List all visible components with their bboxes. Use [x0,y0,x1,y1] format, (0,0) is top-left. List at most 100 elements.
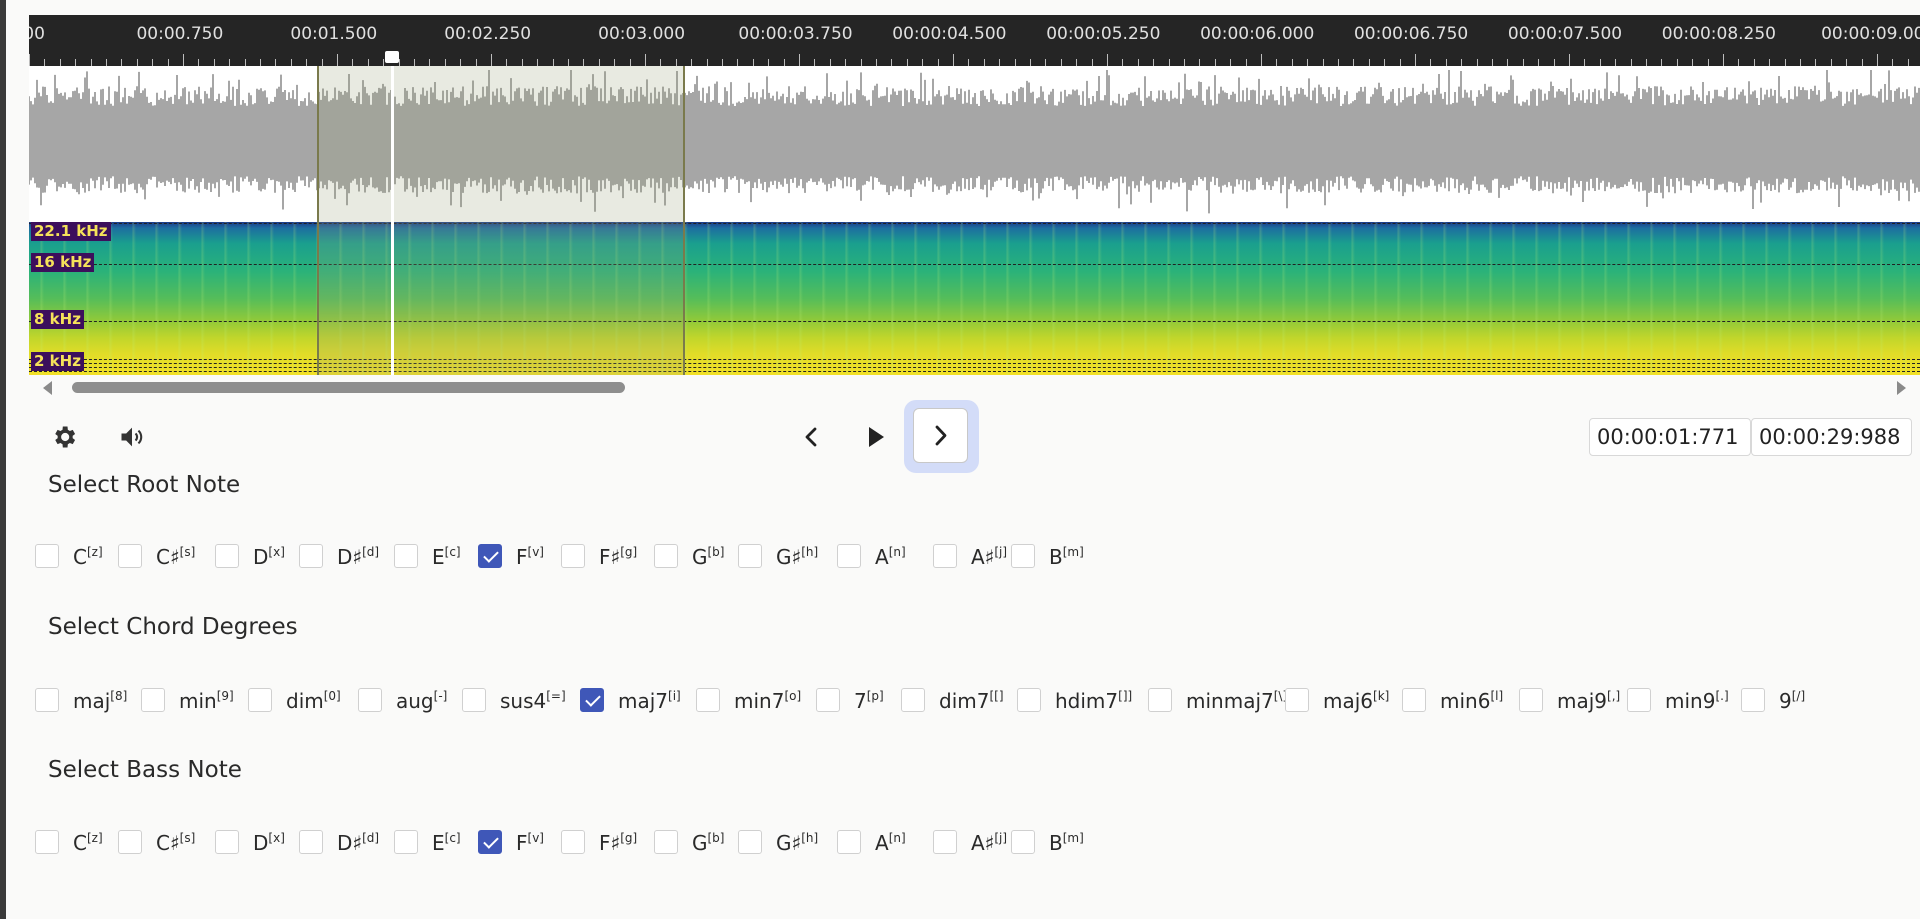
scroll-left-arrow-icon[interactable] [43,381,52,395]
option-name: dim7 [939,689,990,713]
timeline-tick [1415,54,1416,66]
timeline-tick [399,59,400,66]
selection-region[interactable] [317,66,685,375]
timeline-tick [137,59,138,66]
checkbox-label: hdim7[]] [1055,688,1132,714]
option-name: B [1049,831,1063,855]
timeline-label: 00:00:06.000 [1200,24,1315,44]
timeline-tick [1045,59,1046,66]
previous-button[interactable] [793,418,831,456]
root-note-title: Select Root Note [48,472,241,498]
shortcut-key: [h] [801,831,819,845]
checkbox-checked[interactable] [478,830,502,854]
checkbox[interactable] [141,688,165,712]
timeline-tick [984,59,985,66]
checkbox[interactable] [299,544,323,568]
checkbox[interactable] [1011,830,1035,854]
timeline-tick [953,54,954,66]
checkbox[interactable] [118,544,142,568]
timeline-tick [1615,59,1616,66]
checkbox-label: maj9[,] [1557,688,1620,714]
checkbox[interactable] [1402,688,1426,712]
freq-gridline [29,321,1920,322]
checkbox[interactable] [901,688,925,712]
timeline-tick [999,59,1000,66]
timeline-tick [1692,59,1693,66]
freq-label: 16 kHz [31,253,95,272]
checkbox[interactable] [816,688,840,712]
checkbox[interactable] [654,830,678,854]
playhead-handle[interactable] [385,51,399,63]
volume-icon[interactable] [118,423,146,451]
checkbox[interactable] [561,830,585,854]
checkbox[interactable] [1741,688,1765,712]
checkbox[interactable] [462,688,486,712]
timeline-label: 00:00:03.750 [738,24,853,44]
checkbox[interactable] [933,544,957,568]
gear-icon[interactable] [50,423,78,451]
checkbox[interactable] [654,544,678,568]
timeline-tick [260,59,261,66]
checkbox[interactable] [1011,544,1035,568]
timeline-tick [245,59,246,66]
scroll-thumb[interactable] [72,382,625,393]
checkbox-label: maj7[i] [618,688,681,714]
checkbox[interactable] [933,830,957,854]
checkbox[interactable] [1627,688,1651,712]
option-name: A♯ [971,831,995,855]
checkbox[interactable] [394,544,418,568]
shortcut-key: [=] [546,689,566,703]
checkbox[interactable] [837,830,861,854]
checkbox-label: E[c] [432,544,461,570]
timeline-tick [583,59,584,66]
shortcut-key: [j] [994,545,1008,559]
checkbox[interactable] [35,830,59,854]
timeline-tick [1600,59,1601,66]
checkbox[interactable] [299,830,323,854]
playhead-line[interactable] [391,66,394,375]
option-name: F [516,831,528,855]
checkbox[interactable] [215,830,239,854]
checkbox[interactable] [1017,688,1041,712]
checkbox[interactable] [358,688,382,712]
spectrogram[interactable]: 22.1 kHz 16 kHz 8 kHz 2 kHz [29,222,1920,375]
checkbox-label: B[m] [1049,544,1084,570]
timeline-tick [1769,59,1770,66]
option-name: E [432,545,445,569]
checkbox[interactable] [837,544,861,568]
checkbox[interactable] [248,688,272,712]
checkbox[interactable] [738,830,762,854]
timeline-ruler[interactable]: .000 00:00.750 00:01.500 00:02.250 00:03.000… [29,15,1920,66]
waveform[interactable] [29,66,1920,222]
scroll-right-arrow-icon[interactable] [1897,381,1906,395]
option-name: A [875,545,889,569]
shortcut-key: [i] [668,689,681,703]
play-button[interactable] [856,418,894,456]
checkbox[interactable] [118,830,142,854]
checkbox[interactable] [394,830,418,854]
checkbox[interactable] [1519,688,1543,712]
checkbox[interactable] [215,544,239,568]
checkbox[interactable] [35,544,59,568]
timeline-tick [1877,54,1878,66]
timeline-label: 00:00:05.250 [1046,24,1161,44]
timeline-tick [1538,59,1539,66]
checkbox[interactable] [1148,688,1172,712]
checkbox[interactable] [738,544,762,568]
timeline-tick [1307,59,1308,66]
checkbox-checked[interactable] [478,544,502,568]
timeline-tick [1092,59,1093,66]
timeline-tick [691,59,692,66]
checkbox-label: G[b] [692,544,724,570]
checkbox[interactable] [35,688,59,712]
checkbox-checked[interactable] [580,688,604,712]
timeline-tick [1677,59,1678,66]
next-button[interactable] [913,408,968,463]
checkbox[interactable] [1285,688,1309,712]
horizontal-scrollbar[interactable] [29,380,1920,396]
shortcut-key: [x] [268,831,285,845]
checkbox[interactable] [696,688,720,712]
timeline-tick [1030,59,1031,66]
timeline-tick [198,59,199,66]
checkbox[interactable] [561,544,585,568]
